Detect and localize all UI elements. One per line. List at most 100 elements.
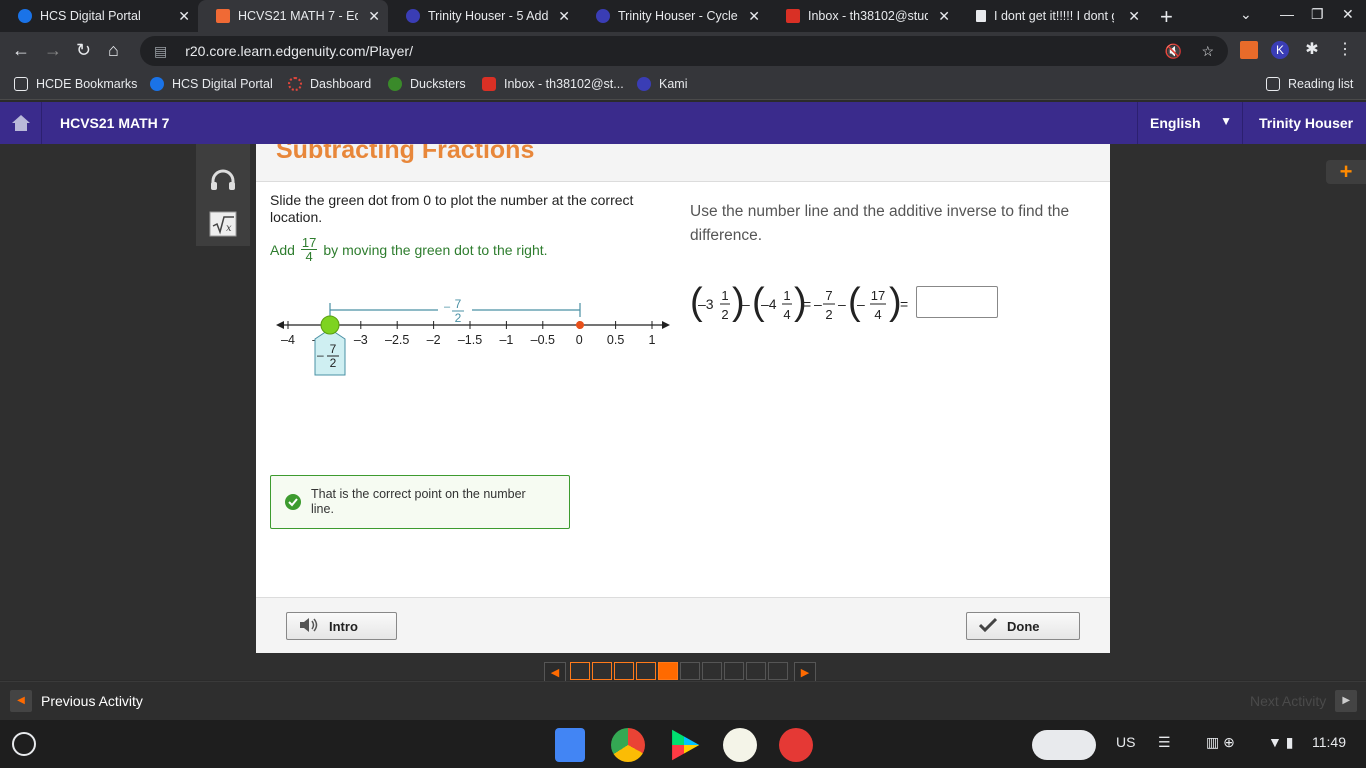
google-docs-icon[interactable] — [555, 728, 585, 762]
tab-title: I dont get it!!!!! I dont get — [994, 9, 1114, 23]
close-tab-icon[interactable]: ✕ — [748, 8, 760, 25]
clock[interactable]: 11:49 — [1312, 734, 1346, 750]
bookmark-star-icon[interactable]: ☆ — [1201, 43, 1214, 60]
intro-button[interactable]: Intro — [286, 612, 397, 640]
term-b-denominator: 4 — [783, 307, 790, 322]
gmail-icon — [482, 77, 496, 91]
home-button[interactable] — [0, 102, 42, 144]
gallery-icon[interactable] — [779, 728, 813, 762]
bookmark-label: Ducksters — [410, 77, 466, 91]
bookmark-dashboard[interactable]: Dashboard — [288, 77, 371, 91]
chrome-icon[interactable] — [611, 728, 645, 762]
minus-1: – — [742, 296, 750, 312]
right-arrow-icon: ▶ — [1335, 690, 1358, 712]
next-activity-button[interactable]: Next Activity ▶ — [1250, 690, 1358, 712]
play-store-icon[interactable] — [672, 729, 700, 761]
equation: ( –3 1 2 ) – ( –4 1 4 ) = – 7 2 – ( – 17… — [690, 281, 908, 323]
pager-slot[interactable] — [658, 662, 678, 680]
kami-icon — [637, 77, 651, 91]
previous-activity-button[interactable]: ◀ Previous Activity — [10, 690, 143, 712]
tab-brainly[interactable]: I dont get it!!!!! I dont get ✕ — [958, 0, 1148, 32]
page-info-icon[interactable]: ▤ — [154, 43, 167, 60]
lesson-title: Subtracting Fractions — [276, 144, 535, 164]
close-tab-icon[interactable]: ✕ — [938, 8, 950, 25]
kami-extension-icon[interactable]: K — [1271, 41, 1289, 59]
reading-list-icon — [1266, 77, 1280, 91]
minus-2: – — [814, 296, 822, 312]
close-tab-icon[interactable]: ✕ — [1128, 8, 1140, 25]
new-tab-button[interactable]: + — [1160, 4, 1173, 30]
os-shelf: US ☰ ▥ ⊕ ▼ ▮ 11:49 — [0, 720, 1366, 768]
restore-icon[interactable]: ❐ — [1311, 6, 1324, 23]
intro-label: Intro — [329, 618, 358, 634]
speaker-icon — [299, 617, 319, 636]
pager-slot[interactable] — [614, 662, 634, 680]
tab-strip: HCS Digital Portal ✕ HCVS21 MATH 7 - Edg… — [0, 0, 1366, 32]
green-dot-handle[interactable] — [320, 315, 340, 335]
close-tab-icon[interactable]: ✕ — [178, 8, 190, 25]
answer-input[interactable] — [916, 286, 998, 318]
tab-gmail[interactable]: Inbox - th38102@student ✕ — [768, 0, 958, 32]
close-tab-icon[interactable]: ✕ — [558, 8, 570, 25]
term-d-denominator: 4 — [874, 307, 881, 322]
done-button[interactable]: Done — [966, 612, 1080, 640]
pager-slot[interactable] — [636, 662, 656, 680]
launcher-icon[interactable] — [12, 732, 36, 756]
bookmark-kami[interactable]: Kami — [637, 77, 687, 91]
bookmark-inbox[interactable]: Inbox - th38102@st... — [482, 77, 624, 91]
menu-kebab-icon[interactable]: ⋮ — [1336, 41, 1354, 59]
equation-instruction: Use the number line and the additive inv… — [690, 203, 1070, 244]
close-tab-icon[interactable]: ✕ — [368, 8, 380, 25]
minus-3: – — [838, 296, 846, 312]
kami-icon — [596, 9, 610, 23]
house-icon — [11, 115, 30, 131]
tick-label: –3 — [354, 333, 368, 347]
wifi-battery-icons[interactable]: ▼ ▮ — [1268, 734, 1293, 751]
plus-tools-button[interactable]: + — [1326, 160, 1366, 184]
holding-space-icon[interactable] — [1032, 730, 1096, 760]
tick-label: 0.5 — [607, 333, 624, 347]
address-bar[interactable]: ▤ r20.core.learn.edgenuity.com/Player/ 🔇… — [140, 36, 1228, 66]
bookmark-hcs-portal[interactable]: HCS Digital Portal — [150, 77, 273, 91]
keyboard-layout[interactable]: US — [1116, 734, 1135, 750]
number-line: – 7 2 –4–3.5–3–2.5–2–1.5–1–0.500.51 – 7 … — [276, 297, 670, 376]
tab-kami-adding[interactable]: Trinity Houser - 5 Adding ✕ — [388, 0, 578, 32]
tab-hcs-digital-portal[interactable]: HCS Digital Portal ✕ — [0, 0, 198, 32]
pager-slot[interactable] — [680, 662, 700, 680]
pager-slot[interactable] — [570, 662, 590, 680]
bookmarks-bar: HCDE Bookmarks HCS Digital Portal Dashbo… — [0, 70, 1366, 100]
user-name[interactable]: Trinity Houser — [1259, 115, 1353, 131]
extension-megaphone-icon[interactable] — [1240, 41, 1258, 59]
back-icon[interactable]: ← — [12, 40, 30, 61]
home-icon[interactable]: ⌂ — [108, 40, 119, 61]
reload-icon[interactable]: ↻ — [76, 40, 91, 61]
blocked-audio-icon[interactable]: 🔇 — [1165, 43, 1182, 60]
bookmark-ducksters[interactable]: Ducksters — [388, 77, 466, 91]
language-select[interactable]: English ▼ — [1137, 102, 1243, 144]
audio-tool[interactable] — [196, 158, 250, 202]
bookmark-label: Inbox - th38102@st... — [504, 77, 624, 91]
clipboard-icon[interactable]: ☰ — [1158, 734, 1171, 751]
bookmark-folder-hcde[interactable]: HCDE Bookmarks — [14, 77, 137, 91]
folder-icon — [14, 77, 28, 91]
lesson-title-bar: Subtracting Fractions — [256, 144, 1110, 182]
app-icon[interactable] — [723, 728, 757, 762]
done-label: Done — [1007, 618, 1040, 634]
tab-kami-cycles[interactable]: Trinity Houser - Cycles of ✕ — [578, 0, 768, 32]
pager-slot[interactable] — [768, 662, 788, 680]
pager-slot[interactable] — [592, 662, 612, 680]
close-window-icon[interactable]: ✕ — [1342, 6, 1354, 23]
minimize-icon[interactable]: — — [1280, 6, 1294, 22]
tab-edgenuity[interactable]: HCVS21 MATH 7 - Edgenuity ✕ — [198, 0, 388, 32]
pager-slot[interactable] — [724, 662, 744, 680]
tool-partial[interactable] — [196, 144, 250, 158]
jump-sign: – — [444, 301, 451, 313]
calculator-tool[interactable]: x — [196, 202, 250, 246]
pager-slot[interactable] — [746, 662, 766, 680]
status-tray-icons[interactable]: ▥ ⊕ — [1206, 734, 1235, 751]
reading-list-button[interactable]: Reading list — [1266, 77, 1353, 91]
tab-search-icon[interactable]: ⌄ — [1240, 6, 1252, 23]
pager-slot[interactable] — [702, 662, 722, 680]
extensions-puzzle-icon[interactable]: ✱ — [1303, 41, 1321, 59]
forward-icon[interactable]: → — [44, 40, 62, 61]
